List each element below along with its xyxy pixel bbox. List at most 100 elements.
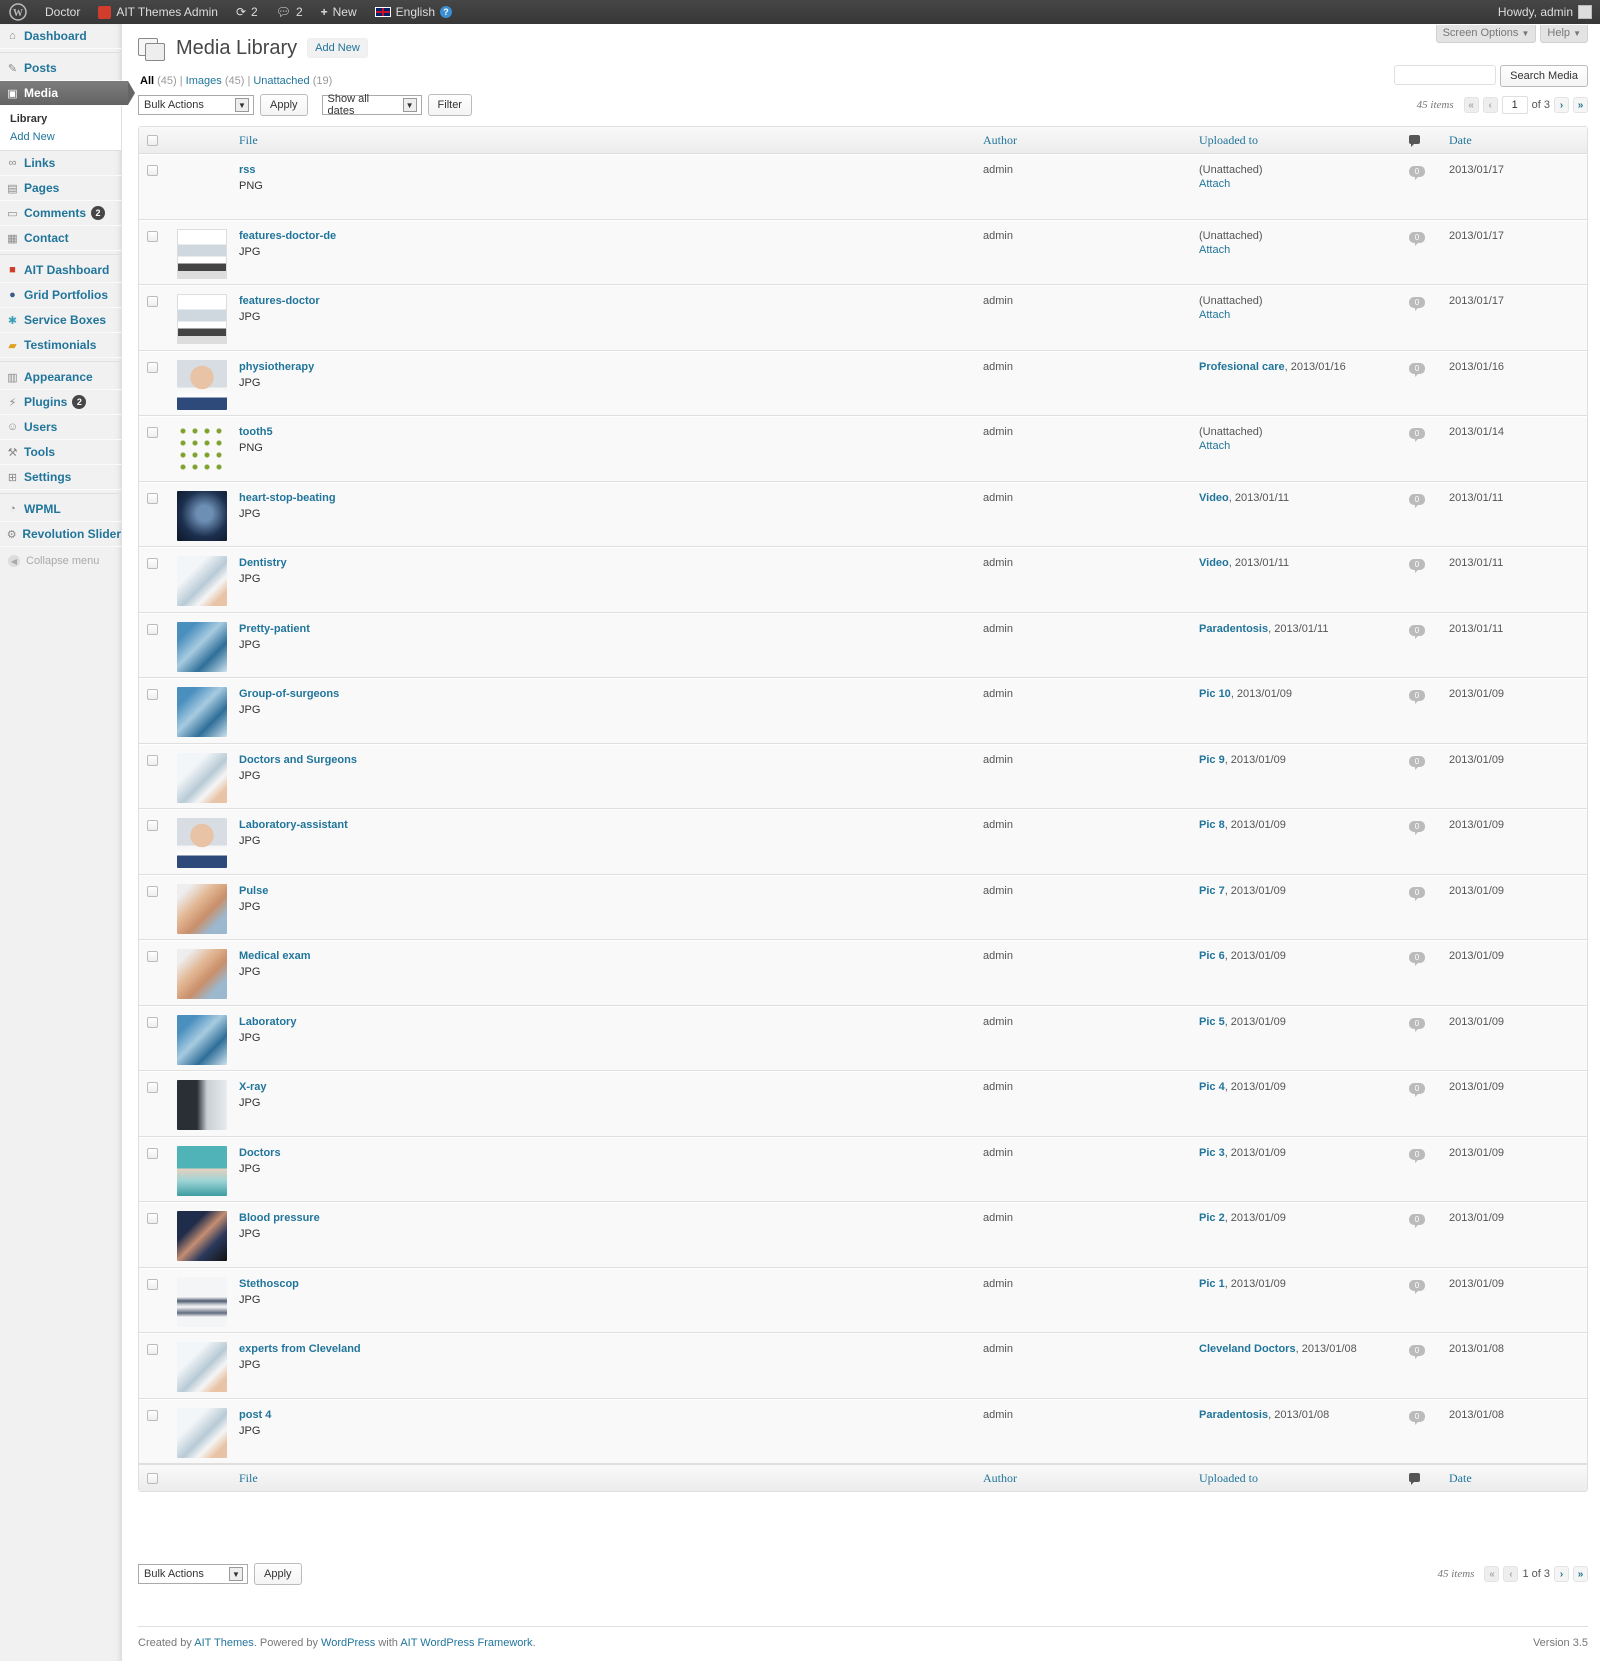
media-file-link[interactable]: Doctors <box>239 1147 983 1159</box>
media-file-link[interactable]: experts from Cleveland <box>239 1343 983 1355</box>
media-file-link[interactable]: tooth5 <box>239 426 983 438</box>
media-file-link[interactable]: features-doctor <box>239 295 983 307</box>
media-thumbnail[interactable] <box>177 1014 227 1065</box>
updates-link[interactable]: ⟳ 2 <box>227 0 267 24</box>
row-checkbox[interactable] <box>146 623 158 635</box>
comment-count-bubble[interactable]: 0 <box>1409 493 1425 508</box>
row-checkbox[interactable] <box>146 230 158 242</box>
media-thumbnail[interactable] <box>177 1145 227 1196</box>
media-thumbnail[interactable] <box>177 1080 227 1130</box>
menu-posts[interactable]: ✎ Posts <box>0 56 121 81</box>
row-checkbox[interactable] <box>146 492 158 504</box>
column-author[interactable]: Author <box>983 133 1199 148</box>
media-thumbnail[interactable] <box>177 556 227 606</box>
menu-service-boxes[interactable]: ✱ Service Boxes <box>0 308 121 333</box>
uploaded-to-link[interactable]: Cleveland Doctors <box>1199 1343 1296 1355</box>
uploaded-to-link[interactable]: Pic 5 <box>1199 1016 1225 1028</box>
media-file-link[interactable]: features-doctor-de <box>239 230 983 242</box>
media-thumbnail[interactable] <box>177 294 227 344</box>
column-uploaded-to[interactable]: Uploaded to <box>1199 133 1409 148</box>
row-checkbox[interactable] <box>146 689 158 700</box>
search-media-button[interactable]: Search Media <box>1500 65 1588 87</box>
media-file-link[interactable]: Pulse <box>239 885 983 897</box>
comment-count-bubble[interactable]: 0 <box>1409 166 1425 180</box>
column-file[interactable]: File <box>239 133 983 148</box>
comments-column-icon[interactable] <box>1409 134 1420 147</box>
attach-link[interactable]: Attach <box>1199 309 1409 321</box>
comment-count-bubble[interactable]: 0 <box>1409 886 1425 901</box>
column-uploaded-to[interactable]: Uploaded to <box>1199 1471 1409 1486</box>
menu-dashboard[interactable]: ⌂ Dashboard <box>0 24 121 49</box>
add-new-button[interactable]: Add New <box>307 38 368 58</box>
media-file-link[interactable]: Laboratory-assistant <box>239 819 983 831</box>
row-checkbox[interactable] <box>146 1278 158 1290</box>
apply-button[interactable]: Apply <box>254 1563 302 1585</box>
comment-count-bubble[interactable]: 0 <box>1409 362 1425 377</box>
media-file-link[interactable]: Pretty-patient <box>239 623 983 635</box>
media-thumbnail[interactable] <box>177 425 227 475</box>
footer-wordpress-link[interactable]: WordPress <box>321 1637 375 1649</box>
next-page-button[interactable]: › <box>1554 97 1569 113</box>
submenu-add-new[interactable]: Add New <box>10 128 121 146</box>
account-menu[interactable]: Howdy, admin <box>1489 0 1600 24</box>
attach-link[interactable]: Attach <box>1199 244 1409 256</box>
row-checkbox[interactable] <box>146 165 158 176</box>
row-checkbox[interactable] <box>146 1409 158 1421</box>
screen-options-button[interactable]: Screen Options ▼ <box>1435 25 1537 43</box>
prev-page-button[interactable]: ‹ <box>1482 97 1498 113</box>
row-checkbox[interactable] <box>146 754 158 766</box>
comments-link[interactable]: 💬︎ 2 <box>267 0 312 24</box>
media-file-link[interactable]: Group-of-surgeons <box>239 688 983 700</box>
comment-count-bubble[interactable]: 0 <box>1409 1148 1425 1163</box>
wordpress-logo-icon[interactable]: W <box>0 0 36 24</box>
comment-count-bubble[interactable]: 0 <box>1409 952 1425 966</box>
row-checkbox[interactable] <box>146 1344 158 1355</box>
media-file-link[interactable]: X-ray <box>239 1081 983 1093</box>
uploaded-to-link[interactable]: Pic 10 <box>1199 688 1231 700</box>
row-checkbox[interactable] <box>146 820 158 831</box>
menu-links[interactable]: ∞ Links <box>0 151 121 176</box>
first-page-button[interactable]: « <box>1463 97 1479 113</box>
menu-media[interactable]: ▣ Media <box>0 81 135 106</box>
menu-revolution-slider[interactable]: ⚙ Revolution Slider <box>0 522 121 547</box>
row-checkbox[interactable] <box>146 361 158 373</box>
column-date[interactable]: Date <box>1449 133 1587 148</box>
select-all-checkbox[interactable] <box>146 134 158 146</box>
menu-tools[interactable]: ⚒ Tools <box>0 440 121 465</box>
menu-plugins[interactable]: ⚡︎ Plugins 2 <box>0 390 121 415</box>
menu-wpml[interactable]: ◔ WPML <box>0 497 121 522</box>
new-content-link[interactable]: + New <box>312 0 366 24</box>
footer-framework-link[interactable]: AIT WordPress Framework <box>400 1637 532 1649</box>
column-date[interactable]: Date <box>1449 1471 1587 1486</box>
uploaded-to-link[interactable]: Pic 1 <box>1199 1278 1225 1290</box>
media-thumbnail[interactable] <box>177 490 227 541</box>
media-file-link[interactable]: Doctors and Surgeons <box>239 754 983 766</box>
menu-contact[interactable]: ▦ Contact <box>0 226 121 251</box>
column-file[interactable]: File <box>239 1471 983 1486</box>
filter-unattached[interactable]: Unattached <box>253 75 309 87</box>
uploaded-to-link[interactable]: Pic 8 <box>1199 819 1225 831</box>
row-checkbox[interactable] <box>146 558 158 569</box>
comment-count-bubble[interactable]: 0 <box>1409 624 1425 639</box>
menu-settings[interactable]: ⊞ Settings <box>0 465 121 490</box>
select-all-checkbox[interactable] <box>146 1472 158 1484</box>
comment-count-bubble[interactable]: 0 <box>1409 821 1425 835</box>
menu-ait-dashboard[interactable]: ■ AIT Dashboard <box>0 258 121 283</box>
media-file-link[interactable]: Blood pressure <box>239 1212 983 1224</box>
media-thumbnail[interactable] <box>177 1342 227 1392</box>
uploaded-to-link[interactable]: Pic 3 <box>1199 1147 1225 1159</box>
uploaded-to-link[interactable]: Pic 4 <box>1199 1081 1225 1093</box>
media-thumbnail[interactable] <box>177 949 227 999</box>
comment-count-bubble[interactable]: 0 <box>1409 1214 1425 1228</box>
row-checkbox[interactable] <box>146 1213 158 1224</box>
uploaded-to-link[interactable]: Paradentosis <box>1199 623 1268 635</box>
column-author[interactable]: Author <box>983 1471 1199 1486</box>
prev-page-button[interactable]: ‹ <box>1503 1566 1519 1582</box>
uploaded-to-link[interactable]: Video <box>1199 492 1229 504</box>
collapse-menu-button[interactable]: ◀ Collapse menu <box>0 547 121 575</box>
date-filter-select[interactable]: Show all dates ▼ <box>321 93 422 117</box>
site-name-link[interactable]: Doctor <box>36 0 89 24</box>
comment-count-bubble[interactable]: 0 <box>1409 559 1425 573</box>
filter-all[interactable]: All <box>140 75 154 87</box>
media-file-link[interactable]: post 4 <box>239 1409 983 1421</box>
